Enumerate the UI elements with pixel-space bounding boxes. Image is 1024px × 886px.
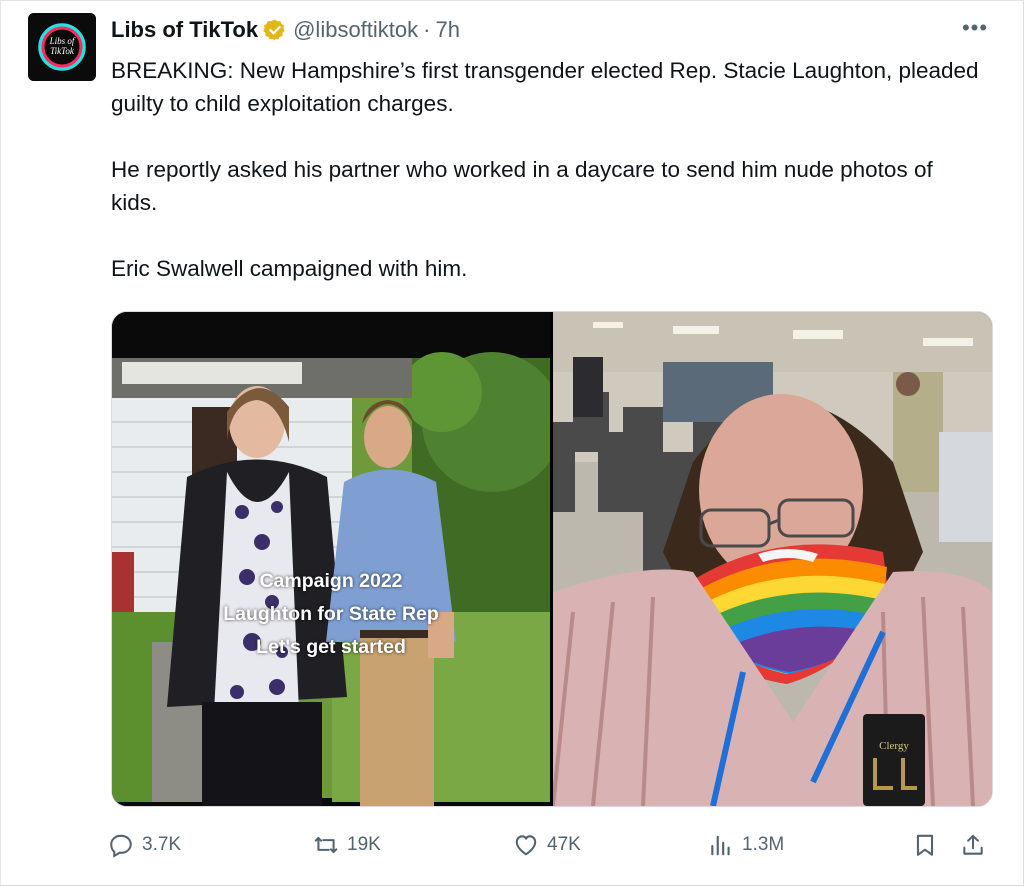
tweet-paragraph: Eric Swalwell campaigned with him. xyxy=(111,256,468,281)
bookmark-icon xyxy=(916,834,934,856)
more-horizontal-icon[interactable]: ••• xyxy=(955,17,995,42)
tweet-paragraph: He reportly asked his partner who worked… xyxy=(111,157,933,215)
separator-dot: · xyxy=(423,17,431,42)
repost-button[interactable]: 19K xyxy=(313,828,381,862)
repost-icon xyxy=(314,836,338,854)
share-button[interactable] xyxy=(960,828,986,862)
svg-text:TikTok: TikTok xyxy=(50,46,75,56)
tweet-header: Libs of TikTok @libsoftiktok · 7h xyxy=(111,14,460,46)
media-photo-campaign[interactable]: Campaign 2022 Laughton for State Rep Let… xyxy=(112,312,550,806)
author-handle[interactable]: @libsoftiktok xyxy=(293,17,418,43)
avatar[interactable]: Libs of TikTok xyxy=(28,13,96,81)
bookmark-button[interactable] xyxy=(912,828,938,862)
reply-button[interactable]: 3.7K xyxy=(108,828,181,862)
libs-of-tiktok-logo: Libs of TikTok xyxy=(28,13,96,81)
tweet-actions: 3.7K 19K 47K 1.3M xyxy=(108,828,998,862)
media-photo-selfie[interactable]: Clergy xyxy=(553,312,992,806)
svg-text:Clergy: Clergy xyxy=(879,740,909,752)
repost-count: 19K xyxy=(347,834,381,855)
views-icon xyxy=(711,835,730,856)
verified-badge-icon[interactable] xyxy=(263,18,287,42)
caption-line: Campaign 2022 xyxy=(259,570,403,592)
like-count: 47K xyxy=(547,834,581,855)
tweet-text: BREAKING: New Hampshire’s first transgen… xyxy=(111,54,981,285)
like-button[interactable]: 47K xyxy=(513,828,581,862)
heart-icon xyxy=(515,835,537,856)
caption-line: Let's get started xyxy=(256,636,406,658)
views-count: 1.3M xyxy=(742,834,785,855)
reply-count: 3.7K xyxy=(142,834,182,855)
caption-line: Laughton for State Rep xyxy=(223,603,439,625)
views-button[interactable]: 1.3M xyxy=(708,828,784,862)
share-icon xyxy=(963,834,983,855)
svg-text:Libs of: Libs of xyxy=(49,36,76,46)
tweet-media[interactable]: Campaign 2022 Laughton for State Rep Let… xyxy=(111,311,993,807)
reply-icon xyxy=(110,834,132,858)
timestamp[interactable]: 7h xyxy=(435,17,459,43)
tweet-paragraph: BREAKING: New Hampshire’s first transgen… xyxy=(111,58,979,116)
author-name[interactable]: Libs of TikTok xyxy=(111,17,258,43)
